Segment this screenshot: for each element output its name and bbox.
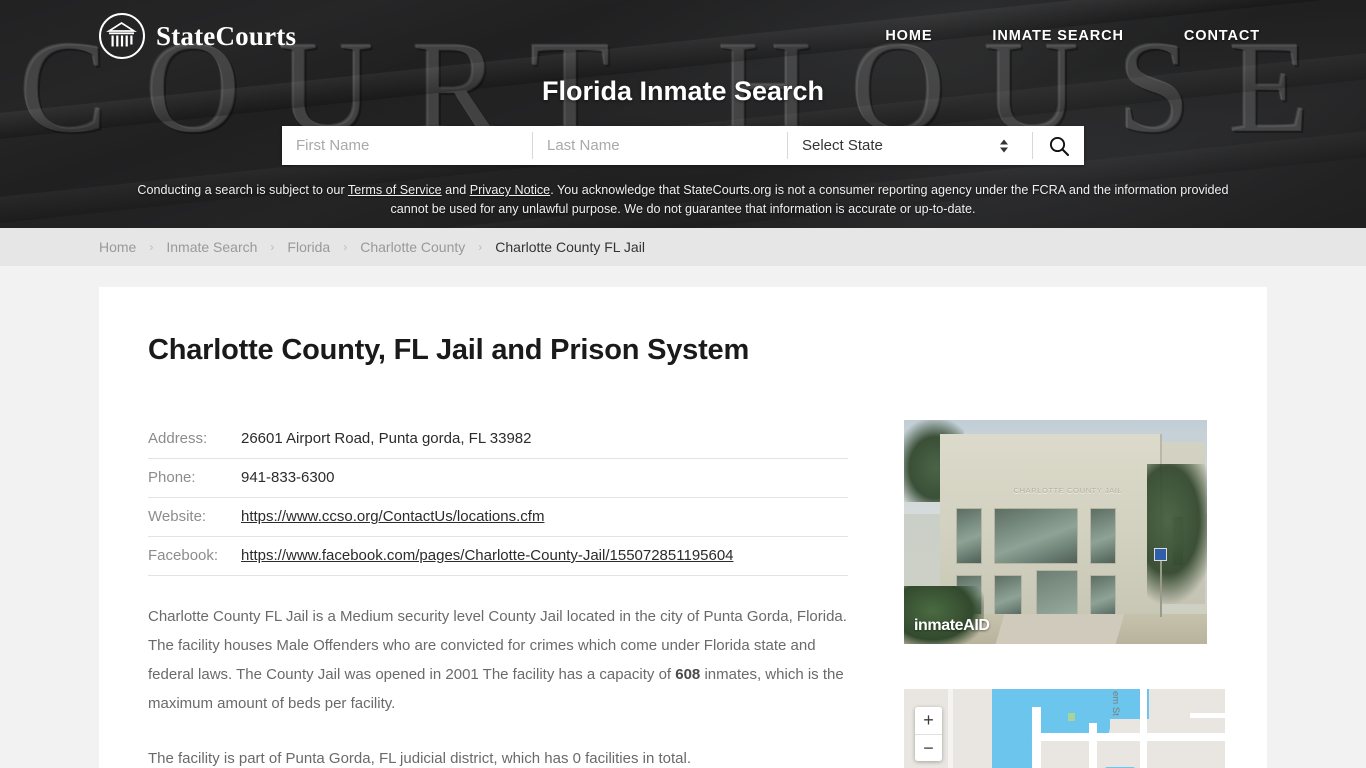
terms-of-service-link[interactable]: Terms of Service (348, 183, 442, 197)
state-select-value: Select State (802, 137, 883, 154)
photo-window (994, 508, 1078, 564)
capacity-value: 608 (675, 666, 701, 683)
page-body: Charlotte County, FL Jail and Prison Sys… (0, 266, 1366, 768)
map-zoom-controls: + − (915, 707, 942, 761)
info-value-facebook: https://www.facebook.com/pages/Charlotte… (241, 536, 848, 576)
photo-walkway (995, 614, 1125, 644)
content-card: Charlotte County, FL Jail and Prison Sys… (99, 287, 1267, 768)
page-title: Charlotte County, FL Jail and Prison Sys… (148, 334, 750, 366)
chevron-updown-icon (1000, 139, 1008, 152)
map-zoom-out-button[interactable]: − (915, 734, 942, 761)
table-row: Phone: 941-833-6300 (148, 458, 848, 498)
courthouse-circle-logo-icon (99, 13, 145, 59)
map-road (948, 689, 953, 768)
inmate-search-form: Select State (282, 126, 1084, 165)
disclaimer-text-1: Conducting a search is subject to our (137, 183, 348, 197)
photo-window (956, 508, 982, 564)
map-street-label: em St (1110, 691, 1121, 716)
map-road (1140, 689, 1147, 768)
nav-inmate-search[interactable]: INMATE SEARCH (992, 28, 1123, 44)
map-road (1190, 713, 1225, 718)
info-label-address: Address: (148, 420, 241, 459)
disclaimer-text-2: and (441, 183, 470, 197)
facility-photo: CHARLOTTE COUNTY JAIL inmateAID (904, 420, 1207, 644)
photo-shrub (904, 586, 984, 644)
content-grid: Address: 26601 Airport Road, Punta gorda… (148, 420, 1225, 768)
brand-logo-link[interactable]: StateCourts (99, 13, 296, 59)
breadcrumb-separator-icon: › (270, 240, 275, 254)
page-hero-title: Florida Inmate Search (541, 76, 825, 106)
breadcrumb-separator-icon: › (478, 240, 483, 254)
info-label-website: Website: (148, 497, 241, 537)
info-value-address: 26601 Airport Road, Punta gorda, FL 3398… (241, 420, 848, 459)
breadcrumb-separator-icon: › (149, 240, 154, 254)
map-water-body (992, 725, 1032, 768)
info-value-phone: 941-833-6300 (241, 458, 848, 498)
map-zoom-in-button[interactable]: + (915, 707, 942, 734)
content-right-column: CHARLOTTE COUNTY JAIL inmateAID em St + … (904, 420, 1225, 768)
brand-name-text: StateCourts (156, 20, 297, 51)
content-left-column: Address: 26601 Airport Road, Punta gorda… (148, 420, 848, 768)
website-link[interactable]: https://www.ccso.org/ContactUs/locations… (241, 508, 544, 525)
facility-info-table: Address: 26601 Airport Road, Punta gorda… (148, 420, 848, 576)
facility-description-paragraph: Charlotte County FL Jail is a Medium sec… (148, 602, 848, 718)
site-header: COURT HOUSE StateCourts HOME INMATE SEAR… (0, 0, 1366, 228)
photo-entrance-doors (1036, 570, 1078, 619)
accessible-parking-sign-icon (1154, 548, 1167, 561)
info-label-phone: Phone: (148, 458, 241, 498)
table-row: Address: 26601 Airport Road, Punta gorda… (148, 420, 848, 459)
privacy-notice-link[interactable]: Privacy Notice (470, 183, 550, 197)
last-name-input[interactable] (533, 126, 787, 165)
map-park-area (1068, 713, 1075, 721)
breadcrumb-item-charlotte-county[interactable]: Charlotte County (360, 239, 465, 255)
photo-window (994, 575, 1022, 619)
breadcrumb-item-home[interactable]: Home (99, 239, 136, 255)
breadcrumb-item-inmate-search[interactable]: Inmate Search (166, 239, 257, 255)
table-row: Facebook: https://www.facebook.com/pages… (148, 536, 848, 576)
building-sign-text: CHARLOTTE COUNTY JAIL (1013, 486, 1123, 495)
info-value-website: https://www.ccso.org/ContactUs/locations… (241, 497, 848, 537)
map-road (1089, 723, 1097, 768)
photo-window (1090, 508, 1116, 564)
first-name-input[interactable] (282, 126, 532, 165)
photo-sign-pole (1160, 561, 1162, 617)
search-disclaimer: Conducting a search is subject to our Te… (129, 181, 1237, 219)
header-top-bar: StateCourts HOME INMATE SEARCH CONTACT (0, 0, 1366, 72)
primary-navigation: HOME INMATE SEARCH CONTACT (885, 28, 1260, 44)
map-road (1032, 733, 1225, 741)
palm-tree-right (1147, 464, 1207, 604)
photo-window (1090, 575, 1116, 619)
breadcrumb: Home › Inmate Search › Florida › Charlot… (0, 228, 1366, 266)
breadcrumb-item-current: Charlotte County FL Jail (495, 239, 645, 255)
table-row: Website: https://www.ccso.org/ContactUs/… (148, 497, 848, 537)
breadcrumb-item-florida[interactable]: Florida (287, 239, 330, 255)
state-select[interactable]: Select State (788, 126, 1032, 165)
facebook-link[interactable]: https://www.facebook.com/pages/Charlotte… (241, 547, 734, 564)
info-label-facebook: Facebook: (148, 536, 241, 576)
map-water-body (1069, 689, 1149, 719)
nav-contact[interactable]: CONTACT (1184, 28, 1260, 44)
nav-home[interactable]: HOME (885, 28, 932, 44)
judicial-district-paragraph: The facility is part of Punta Gorda, FL … (148, 750, 692, 767)
location-map[interactable]: em St New China + − (904, 689, 1225, 768)
magnifier-icon (1049, 136, 1069, 156)
photo-watermark: inmateAID (914, 617, 990, 634)
breadcrumb-separator-icon: › (343, 240, 348, 254)
search-submit-button[interactable] (1032, 132, 1084, 159)
